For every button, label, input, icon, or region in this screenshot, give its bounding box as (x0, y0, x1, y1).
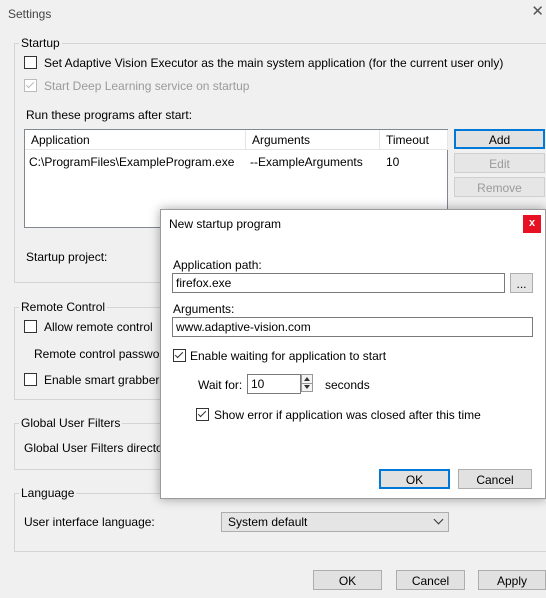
wait-for-label: Wait for: (198, 378, 243, 392)
wait-for-stepper[interactable] (301, 374, 313, 392)
ui-language-value: System default (228, 515, 308, 529)
main-app-label[interactable]: Set Adaptive Vision Executor as the main… (44, 56, 503, 70)
row-application: C:\ProgramFiles\ExampleProgram.exe (29, 155, 235, 169)
chevron-down-icon (433, 514, 444, 525)
column-header-application[interactable]: Application (25, 130, 246, 150)
remote-password-label: Remote control password: (34, 347, 174, 361)
apply-button[interactable]: Apply (478, 570, 546, 590)
startup-project-label: Startup project: (26, 250, 108, 264)
stepper-down-icon[interactable] (304, 385, 310, 389)
smart-grabber-label[interactable]: Enable smart grabber (44, 373, 159, 387)
new-startup-program-dialog: New startup program x Application path: … (160, 209, 546, 499)
show-error-label[interactable]: Show error if application was closed aft… (214, 408, 481, 422)
main-app-checkbox[interactable] (24, 56, 37, 69)
app-path-label: Application path: (173, 258, 262, 272)
enable-waiting-label[interactable]: Enable waiting for application to start (190, 349, 386, 363)
add-button[interactable]: Add (454, 129, 545, 149)
browse-button[interactable]: ... (510, 273, 533, 293)
startup-legend: Startup (21, 36, 60, 50)
row-arguments: --ExampleArguments (250, 155, 363, 169)
app-path-input[interactable]: firefox.exe (172, 273, 505, 293)
run-programs-label: Run these programs after start: (26, 108, 193, 122)
seconds-label: seconds (325, 378, 370, 392)
ui-language-label: User interface language: (24, 515, 155, 529)
arguments-label: Arguments: (173, 302, 235, 316)
dialog-title: New startup program (169, 217, 282, 231)
dialog-close-button[interactable]: x (523, 215, 541, 233)
arguments-input[interactable]: www.adaptive-vision.com (172, 317, 533, 337)
show-error-checkbox[interactable] (196, 408, 209, 421)
enable-waiting-checkbox[interactable] (173, 349, 186, 362)
remove-button[interactable]: Remove (454, 177, 545, 197)
column-header-timeout[interactable]: Timeout (380, 130, 448, 150)
edit-button[interactable]: Edit (454, 153, 545, 173)
allow-remote-label[interactable]: Allow remote control (44, 320, 153, 334)
global-filters-dir-label: Global User Filters directory: (24, 441, 177, 455)
dialog-ok-button[interactable]: OK (379, 469, 450, 489)
remote-control-legend: Remote Control (21, 300, 106, 314)
column-header-arguments[interactable]: Arguments (246, 130, 380, 150)
smart-grabber-checkbox[interactable] (24, 373, 37, 386)
ok-button[interactable]: OK (313, 570, 382, 590)
wait-for-input[interactable]: 10 (247, 374, 301, 394)
deep-learning-checkbox[interactable] (24, 79, 37, 92)
cancel-button[interactable]: Cancel (396, 570, 465, 590)
language-legend: Language (21, 486, 75, 500)
ui-language-select[interactable]: System default (221, 512, 449, 532)
close-icon[interactable]: ✕ (531, 4, 544, 19)
dialog-cancel-button[interactable]: Cancel (458, 469, 532, 489)
allow-remote-checkbox[interactable] (24, 320, 37, 333)
stepper-up-icon[interactable] (304, 377, 310, 381)
global-filters-legend: Global User Filters (21, 416, 121, 430)
deep-learning-label: Start Deep Learning service on startup (44, 79, 250, 93)
row-timeout: 10 (386, 155, 400, 169)
window-title: Settings (8, 7, 52, 21)
